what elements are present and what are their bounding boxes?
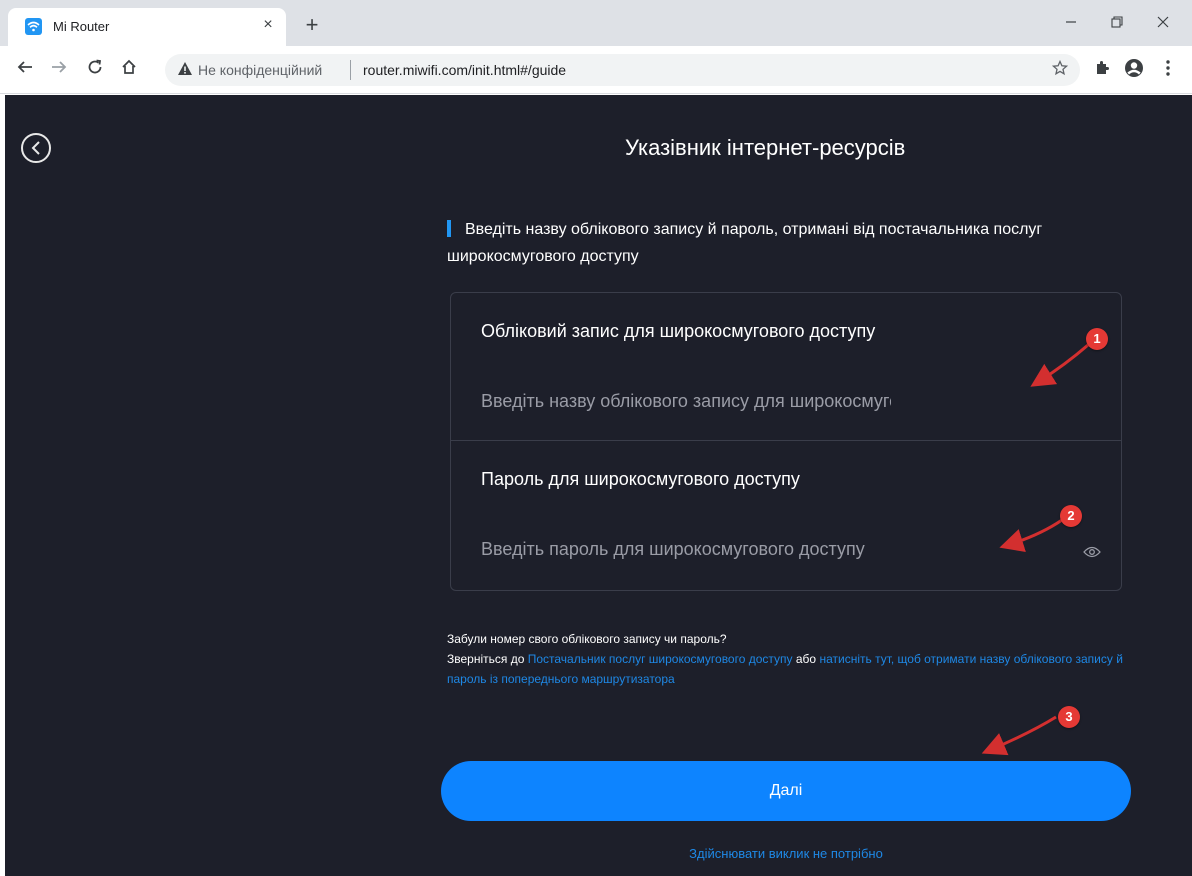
tab-close-icon[interactable]: × <box>259 16 277 34</box>
help-or: або <box>795 652 817 666</box>
browser-toolbar: Не конфіденційний router.miwifi.com/init… <box>0 46 1192 94</box>
skip-link[interactable]: Здійснювати виклик не потрібно <box>441 846 1131 861</box>
next-button[interactable]: Далі <box>441 761 1131 821</box>
wifi-icon <box>25 18 42 35</box>
url-text[interactable]: router.miwifi.com/init.html#/guide <box>363 62 566 78</box>
address-bar[interactable]: Не конфіденційний router.miwifi.com/init… <box>165 54 1080 86</box>
help-question: Забули номер свого облікового запису чи … <box>447 632 727 646</box>
credentials-form: Обліковий запис для широкосмугового дост… <box>450 292 1122 591</box>
tab-title: Mi Router <box>53 19 110 34</box>
help-contact-prefix: Зверніться до <box>447 652 525 666</box>
warning-icon[interactable] <box>177 61 193 77</box>
provider-link[interactable]: Постачальник послуг широкосмугового дост… <box>528 652 793 666</box>
instruction-text: Введіть назву облікового запису й пароль… <box>447 216 1117 270</box>
eye-icon[interactable] <box>1083 545 1101 558</box>
password-field: Пароль для широкосмугового доступу <box>451 441 1121 589</box>
account-field-label: Обліковий запис для широкосмугового дост… <box>481 321 876 341</box>
account-input[interactable] <box>481 381 891 421</box>
bookmark-star-icon[interactable] <box>1051 59 1069 81</box>
browser-tab[interactable]: Mi Router × <box>8 8 286 48</box>
security-label[interactable]: Не конфіденційний <box>198 62 322 78</box>
help-contact: Зверніться до Постачальник послуг широко… <box>447 649 1127 689</box>
back-arrow-icon[interactable] <box>14 58 36 80</box>
profile-avatar-icon[interactable] <box>1122 58 1146 82</box>
back-chevron-icon[interactable] <box>21 133 51 163</box>
browser-menu-icon[interactable] <box>1156 58 1180 82</box>
annotation-badge-3: 3 <box>1058 706 1080 728</box>
extensions-puzzle-icon[interactable] <box>1090 58 1114 82</box>
instruction-label: Введіть назву облікового запису й пароль… <box>447 221 1043 265</box>
restore-icon[interactable] <box>1094 10 1140 38</box>
account-field: Обліковий запис для широкосмугового дост… <box>451 293 1121 441</box>
router-setup-page: Указівник інтернет-ресурсів Введіть назв… <box>5 95 1192 876</box>
annotation-badge-2: 2 <box>1060 505 1082 527</box>
close-window-icon[interactable] <box>1140 10 1186 38</box>
help-text: Забули номер свого облікового запису чи … <box>447 629 1127 689</box>
reload-icon[interactable] <box>84 58 106 80</box>
home-icon[interactable] <box>118 58 140 80</box>
minimize-icon[interactable] <box>1048 10 1094 38</box>
page-title: Указівник інтернет-ресурсів <box>625 135 906 160</box>
address-separator <box>350 60 351 80</box>
password-field-label: Пароль для широкосмугового доступу <box>481 469 800 489</box>
forward-arrow-icon[interactable] <box>48 58 70 80</box>
annotation-badge-1: 1 <box>1086 328 1108 350</box>
new-tab-button[interactable]: + <box>300 14 324 38</box>
instruction-accent-bar <box>447 220 451 237</box>
password-input[interactable] <box>481 529 891 569</box>
